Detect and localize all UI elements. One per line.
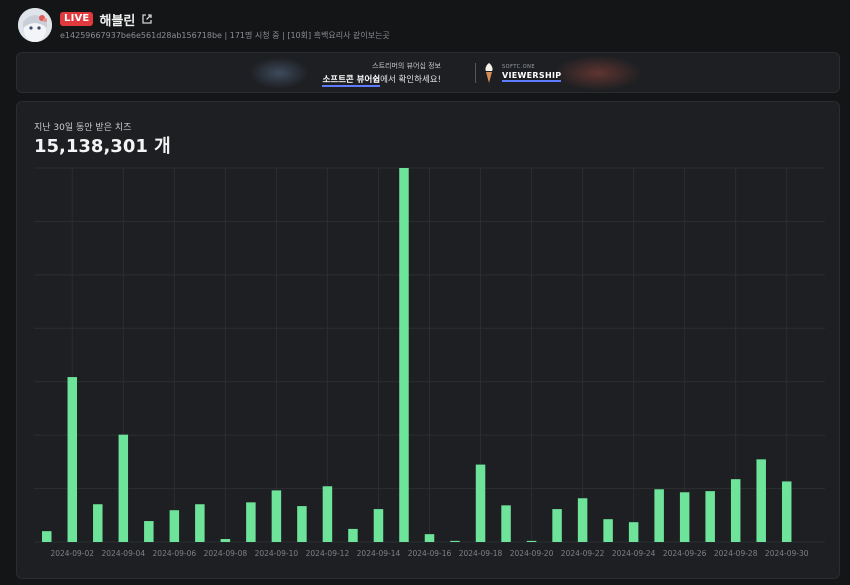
- live-badge: LIVE: [60, 12, 94, 26]
- bar-2024-09-08[interactable]: [220, 539, 231, 542]
- bar-2024-09-02[interactable]: [67, 377, 78, 542]
- bar-2024-09-22[interactable]: [577, 498, 588, 542]
- avatar-illustration: [18, 8, 52, 42]
- brand-small-text: SOFTC.ONE: [502, 64, 536, 70]
- banner-glow-right: [553, 55, 643, 91]
- bar-2024-09-27[interactable]: [705, 491, 715, 542]
- streamer-name[interactable]: 해블린: [99, 10, 135, 29]
- cheese-stats-panel: 지난 30일 동안 받은 치즈 15,138,301 개 2024-09-02 2…: [16, 101, 840, 579]
- x-tick-label: 2024-09-18: [459, 549, 503, 558]
- bar-2024-09-19[interactable]: [501, 505, 511, 542]
- bar-2024-09-11[interactable]: [297, 506, 307, 542]
- x-tick-label: 2024-09-04: [102, 549, 146, 558]
- stream-info-line: e14259667937be6e561d28ab156718be | 171명 …: [60, 31, 390, 40]
- x-tick-label: 2024-09-24: [612, 549, 656, 558]
- banner-divider: [475, 63, 476, 83]
- streamer-avatar[interactable]: [18, 8, 52, 42]
- bar-2024-09-14[interactable]: [373, 509, 384, 542]
- bar-2024-09-03[interactable]: [93, 504, 103, 542]
- bar-2024-09-05[interactable]: [144, 521, 154, 542]
- bar-2024-09-29[interactable]: [756, 459, 766, 542]
- x-tick-label: 2024-09-22: [561, 549, 605, 558]
- x-tick-label: 2024-09-08: [204, 549, 248, 558]
- bar-2024-09-13[interactable]: [348, 528, 358, 542]
- x-tick-label: 2024-09-12: [306, 549, 350, 558]
- bar-2024-09-09[interactable]: [246, 502, 256, 542]
- bar-2024-09-01[interactable]: [42, 531, 52, 542]
- x-tick-label: 2024-09-30: [765, 549, 809, 558]
- brand-name: VIEWERSHIP: [502, 71, 562, 82]
- x-tick-label: 2024-09-28: [714, 549, 758, 558]
- x-tick-label: 2024-09-20: [510, 549, 554, 558]
- bar-2024-09-16[interactable]: [424, 534, 435, 542]
- x-tick-label: 2024-09-16: [408, 549, 452, 558]
- viewership-banner[interactable]: 스트리머의 뷰어십 정보 소프트콘 뷰어쉽에서 확인하세요! SOFTC.ONE…: [16, 52, 840, 93]
- bar-2024-09-28[interactable]: [730, 479, 741, 542]
- bar-2024-09-23[interactable]: [603, 519, 613, 542]
- bar-2024-09-25[interactable]: [654, 489, 664, 542]
- bar-2024-09-30[interactable]: [781, 481, 792, 542]
- bar-2024-09-15[interactable]: [399, 168, 409, 542]
- banner-highlight: 소프트콘 뷰어쉽: [322, 75, 381, 87]
- banner-glow-left: [249, 57, 309, 89]
- x-tick-label: 2024-09-02: [50, 549, 94, 558]
- x-tick-label: 2024-09-26: [663, 549, 707, 558]
- bar-2024-09-06[interactable]: [169, 510, 180, 542]
- banner-line2-rest: 에서 확인하세요!: [380, 75, 441, 85]
- external-link-icon[interactable]: [141, 13, 153, 25]
- cheese-bar-chart: 2024-09-02 2024-09-04 2024-09-06 2024-09-08…: [34, 167, 825, 558]
- bar-2024-09-04[interactable]: [118, 434, 129, 542]
- bar-2024-09-20[interactable]: [526, 540, 537, 542]
- bar-2024-09-26[interactable]: [679, 492, 690, 542]
- banner-line1: 스트리머의 뷰어십 정보: [372, 62, 441, 70]
- bar-2024-09-17[interactable]: [450, 540, 460, 542]
- bar-2024-09-10[interactable]: [271, 490, 282, 542]
- bar-2024-09-21[interactable]: [552, 509, 562, 542]
- x-tick-label: 2024-09-14: [357, 549, 401, 558]
- x-tick-label: 2024-09-10: [255, 549, 299, 558]
- bar-2024-09-12[interactable]: [322, 486, 333, 542]
- banner-text: 스트리머의 뷰어십 정보 소프트콘 뷰어쉽에서 확인하세요!: [322, 61, 441, 87]
- stream-header: LIVE 해블린 e14259667937be6e561d28ab156718b…: [16, 6, 846, 46]
- bar-2024-09-18[interactable]: [475, 464, 486, 542]
- bar-2024-09-07[interactable]: [195, 504, 205, 542]
- bar-2024-09-24[interactable]: [628, 522, 639, 542]
- ice-cream-cone-icon: [485, 63, 493, 83]
- x-tick-label: 2024-09-06: [153, 549, 197, 558]
- banner-line2: 소프트콘 뷰어쉽에서 확인하세요!: [322, 73, 441, 87]
